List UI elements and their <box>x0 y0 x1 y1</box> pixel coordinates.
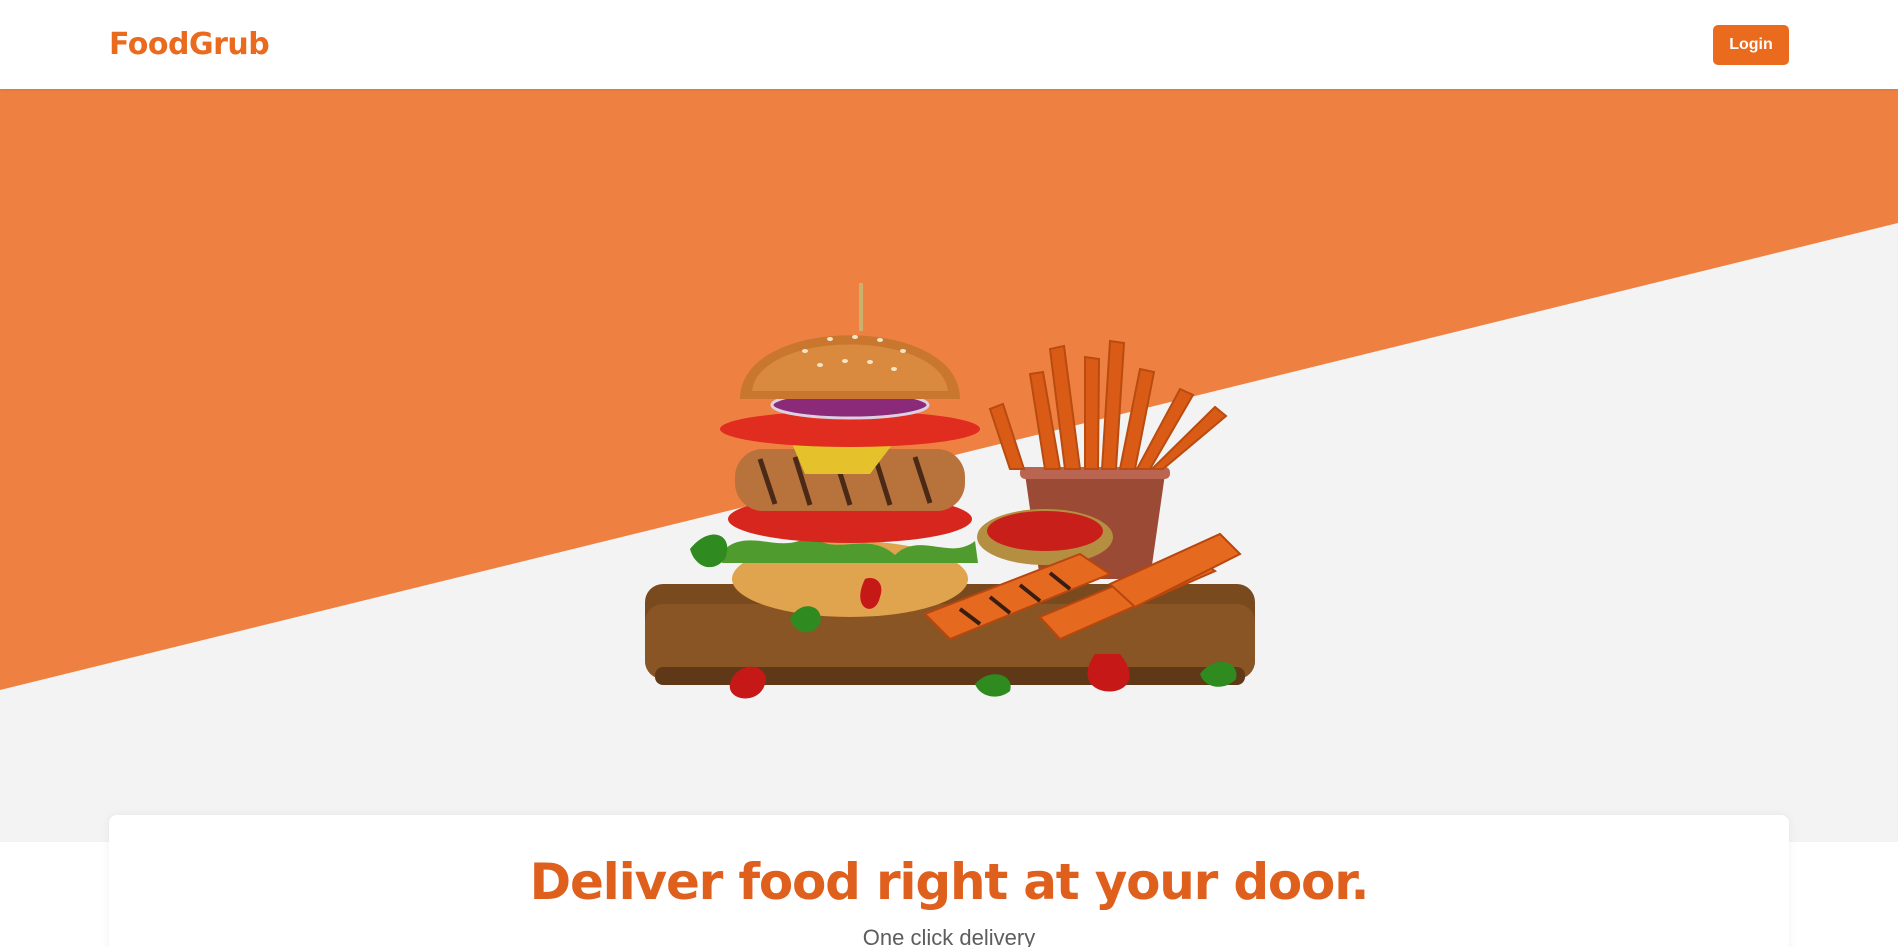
landing-page: FoodGrub Login Deliver food right at you… <box>0 0 1898 947</box>
hero-card: Deliver food right at your door. One cli… <box>109 815 1789 947</box>
hero-subline: One click delivery <box>862 925 1036 947</box>
hero-section <box>0 89 1898 842</box>
top-navbar: FoodGrub Login <box>0 0 1898 89</box>
login-button[interactable]: Login <box>1713 24 1789 65</box>
hero-headline: Deliver food right at your door. <box>529 853 1370 911</box>
brand-logo[interactable]: FoodGrub <box>109 27 270 62</box>
burger-and-fries-image <box>645 283 1255 699</box>
